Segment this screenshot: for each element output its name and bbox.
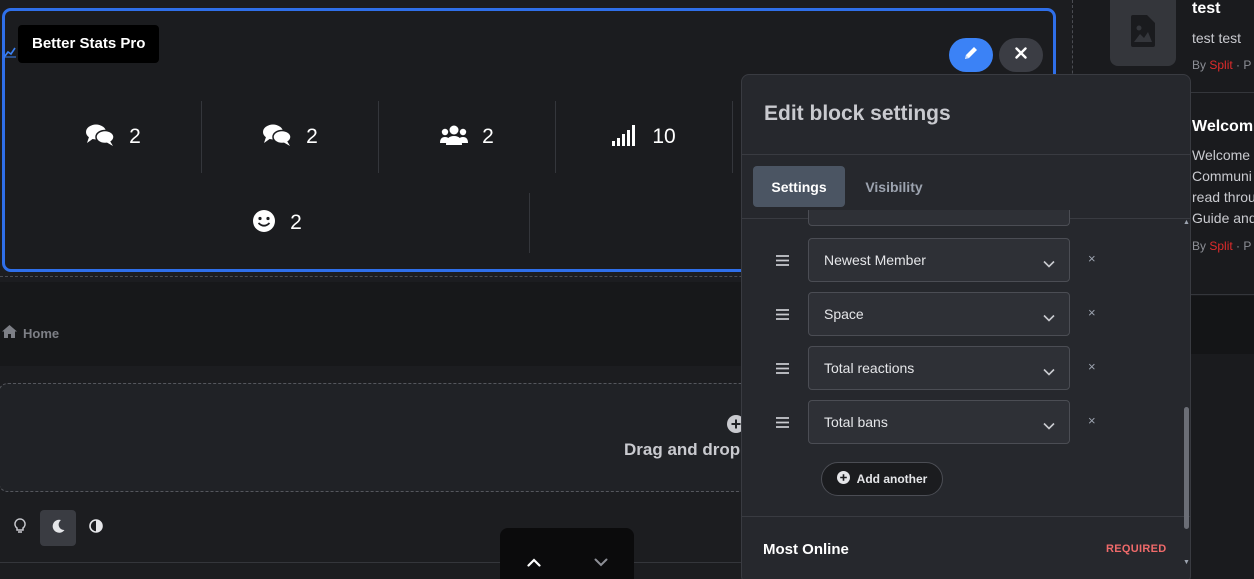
stat-cell: 2 [379,101,556,173]
post-by: By [1192,239,1207,253]
stat-cell: 2 [25,193,530,253]
post-author-link[interactable]: Split [1209,58,1232,72]
chart-icon [4,44,16,58]
stat-select[interactable]: Newest Member [808,238,1070,282]
remove-field-button[interactable]: × [1088,251,1096,266]
stat-select[interactable]: Total reactions [808,346,1070,390]
stat-field-row: Total bans × [742,400,1162,444]
stat-value: 2 [306,125,318,148]
users-icon [440,124,469,151]
move-down-button[interactable] [567,528,634,579]
edit-block-settings-modal: Edit block settings Settings Visibility … [741,74,1191,579]
stat-select-value: Space [824,306,864,322]
light-theme-button[interactable] [2,510,38,546]
stat-field-row: Space × [742,292,1162,336]
stat-cell: 2 [25,101,202,173]
modal-divider [742,516,1190,517]
modal-title: Edit block settings [764,102,951,125]
scroll-down-arrow-icon[interactable]: ▼ [1183,559,1190,566]
chevron-down-icon [1043,255,1055,271]
stat-value: 2 [129,125,141,148]
post-author-link[interactable]: Split [1209,239,1232,253]
breadcrumb[interactable]: Home [2,325,59,341]
stat-cell: 2 [202,101,379,173]
stats-row-2: 2 [25,193,530,265]
chevron-down-icon [1043,363,1055,379]
stat-select-value: Newest Member [824,252,926,268]
remove-field-button[interactable]: × [1088,413,1096,428]
remove-field-button[interactable]: × [1088,359,1096,374]
scrollbar-thumb[interactable] [1184,407,1189,529]
stats-row-1: 2 2 2 10 [25,101,733,173]
post-by: By [1192,58,1207,72]
block-move-controls [500,528,634,579]
post-excerpt-line: Guide and [1192,210,1254,226]
breadcrumb-home-link[interactable]: Home [23,326,59,341]
home-icon [2,325,17,341]
drag-handle-icon[interactable] [776,415,789,433]
chevron-down-icon [1043,309,1055,325]
post-title[interactable]: test [1192,0,1220,18]
contrast-icon [89,518,103,538]
stat-value: 2 [290,211,302,234]
section-title: Most Online [763,541,849,558]
stat-field-row: Newest Member × [742,238,1162,282]
theme-switcher [0,510,114,546]
lightbulb-icon [14,517,26,539]
post-meta: By Split · P [1192,239,1251,253]
add-another-button[interactable]: Add another [821,462,943,496]
move-up-button[interactable] [500,528,567,579]
post-excerpt: test test [1192,30,1242,46]
drag-handle-icon[interactable] [776,307,789,325]
stat-cell: 10 [556,101,733,173]
remove-field-button[interactable]: × [1088,305,1096,320]
drag-handle-icon[interactable] [776,361,789,379]
stat-select[interactable]: Space [808,292,1070,336]
post-excerpt-line: read throu [1192,189,1254,205]
stat-value: 10 [652,125,676,148]
post-excerpt-line: Welcome [1192,147,1251,163]
post-meta: By Split · P [1192,58,1251,72]
tab-visibility[interactable]: Visibility [853,166,935,207]
image-file-icon [1131,14,1155,52]
moon-icon [52,519,65,538]
edit-block-button[interactable] [949,38,993,72]
stat-select-partial[interactable] [808,210,1070,226]
comments-icon [262,123,292,152]
stat-select-value: Total bans [824,414,888,430]
chevron-down-icon [1043,417,1055,433]
tab-settings[interactable]: Settings [753,166,845,207]
remove-block-button[interactable] [999,38,1043,72]
stat-select[interactable]: Total bans [808,400,1070,444]
block-name-tooltip: Better Stats Pro [18,25,160,63]
stat-select-value: Total reactions [824,360,915,376]
post-title[interactable]: Welcom [1192,118,1253,136]
smile-icon [252,209,276,238]
post-meta-suffix: · P [1236,58,1252,72]
sidebar-band [1190,296,1254,354]
auto-theme-button[interactable] [78,510,114,546]
stat-field-row: Total reactions × [742,346,1162,390]
signal-icon [612,124,638,151]
chevron-down-icon [594,554,608,572]
add-another-label: Add another [856,472,928,486]
dark-theme-button[interactable] [40,510,76,546]
comments-icon [85,123,115,152]
post-thumbnail[interactable] [1110,0,1176,66]
plus-circle-icon [836,471,850,487]
close-icon [1015,46,1027,64]
modal-divider [742,154,1190,155]
post-meta-suffix: · P [1236,239,1252,253]
stat-value: 2 [482,125,494,148]
scroll-up-arrow-icon[interactable]: ▲ [1183,219,1190,226]
drag-handle-icon[interactable] [776,253,789,271]
post-excerpt-line: Communi [1192,168,1252,184]
chevron-up-icon [526,554,541,572]
pencil-icon [963,45,979,66]
required-badge: REQUIRED [1106,543,1167,555]
modal-scrollbar[interactable]: ▲ ▼ [1183,219,1190,571]
drop-zone-label: Drag and drop [624,440,741,459]
